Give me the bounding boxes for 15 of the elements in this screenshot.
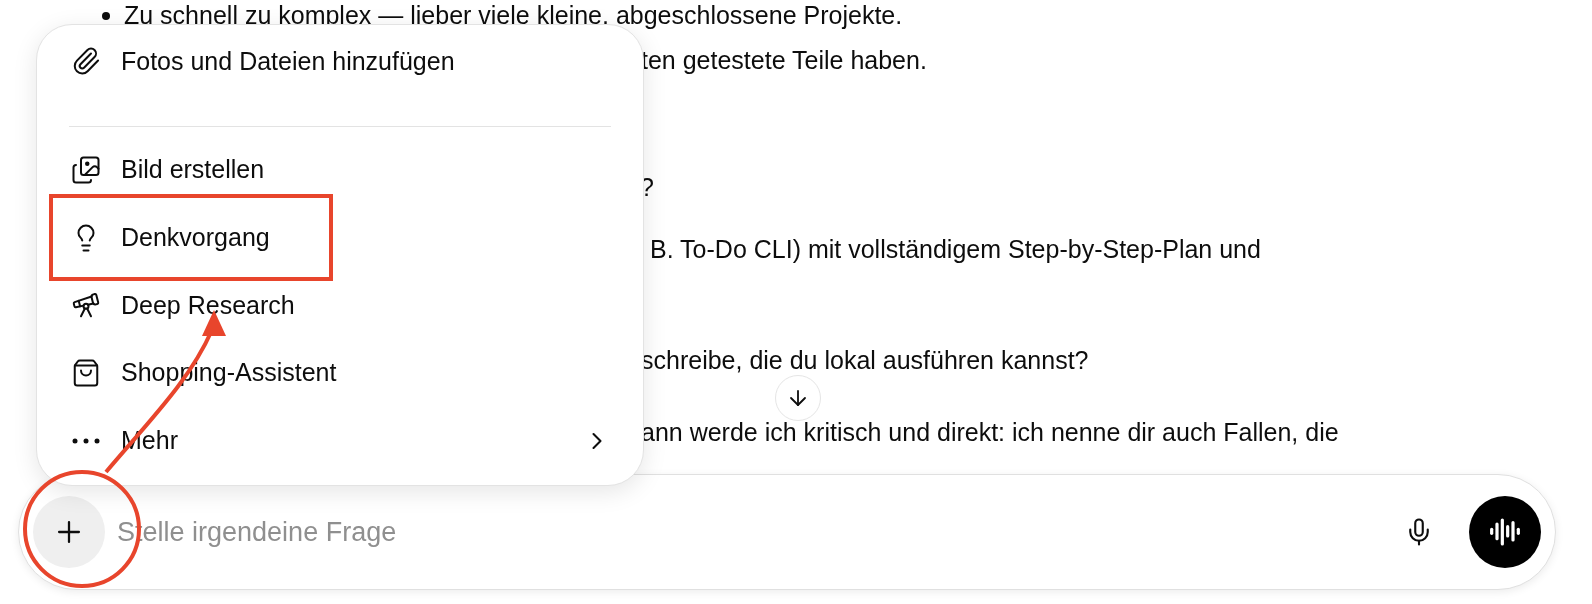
message-text: schreibe, die du lokal ausführen kannst?	[641, 345, 1089, 377]
paperclip-icon	[71, 46, 101, 77]
add-button[interactable]	[33, 496, 105, 568]
sound-wave-icon	[1489, 516, 1521, 548]
shopping-bag-icon	[71, 357, 101, 388]
scroll-down-button[interactable]	[775, 375, 821, 421]
menu-item[interactable]: Fotos und Dateien hinzufügen	[69, 38, 611, 85]
menu-item[interactable]: Denkvorgang	[69, 214, 313, 261]
message-text: B. To-Do CLI) mit vollständigem Step-by-Step-Plan und	[650, 234, 1261, 266]
ellipsis-icon	[71, 437, 101, 444]
images-icon	[71, 154, 101, 185]
message-text: Zu schnell zu komplex — lieber viele kleine, abgeschlossene Projekte.	[124, 0, 903, 32]
bullet-icon	[102, 12, 110, 20]
menu-item[interactable]: Bild erstellen	[69, 146, 611, 194]
menu-item[interactable]: Deep Research	[69, 281, 611, 329]
